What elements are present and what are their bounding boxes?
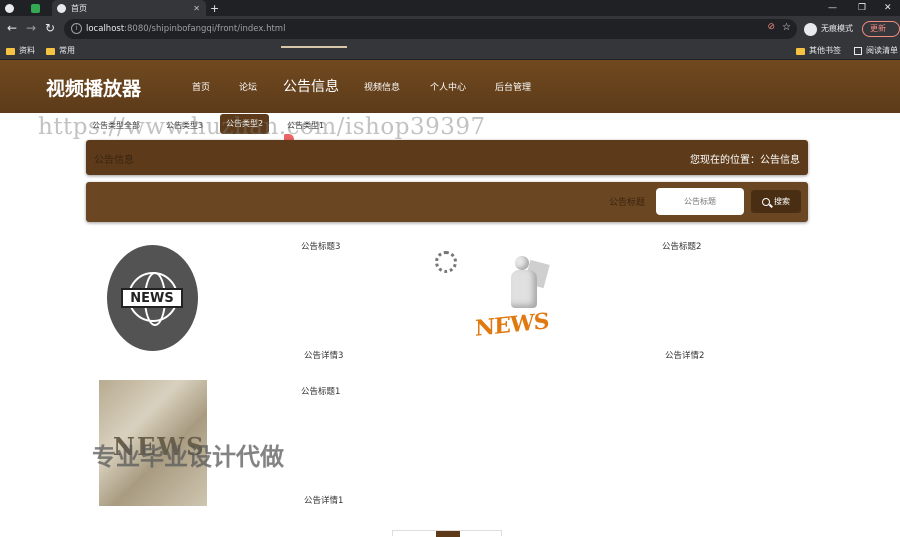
close-window-icon[interactable]: ✕ [884,0,892,16]
nav-profile[interactable]: 个人中心 [430,80,466,93]
breadcrumb: 您现在的位置：公告信息 [690,155,800,166]
nav-announcements[interactable]: 公告信息 [283,76,339,96]
location-bar: 公告信息 您现在的位置：公告信息 [86,140,808,175]
address-bar-row: ← → ↻ i localhost:8080/shipinbofangqi/fr… [0,16,900,42]
bookmark-folder-ziliao[interactable]: 资料 [6,42,35,60]
globe-icon [57,3,66,13]
search-button[interactable]: 搜索 [751,190,801,213]
card-detail: 公告详情2 [665,351,705,361]
active-nav-underline [281,46,347,48]
folder-icon [6,47,15,55]
card-title[interactable]: 公告标题3 [301,240,340,252]
new-tab-button[interactable]: + [210,0,224,16]
site-header: 视频播放器 首页 论坛 公告信息 视频信息 个人中心 后台管理 [0,60,900,113]
url-host: localhost [86,24,125,34]
bookmark-star-icon[interactable]: ☆ [782,22,791,33]
news-globe-icon[interactable]: NEWS [107,245,198,351]
browser-tab-strip: 首页 ✕ + — ❐ ✕ [0,0,900,16]
bookmarks-bar: 资料 常用 其他书签 阅读清单 [0,42,900,60]
reload-icon[interactable]: ↻ [42,20,58,36]
pagination[interactable] [392,530,502,537]
github-icon [5,3,14,13]
folder-icon [46,47,55,55]
incognito-label: 无痕模式 [821,24,853,33]
figure-head [515,256,529,270]
back-arrow-icon[interactable]: ← [4,20,20,36]
incognito-indicator[interactable]: 无痕模式 [804,21,853,37]
card-detail: 公告详情1 [304,496,344,506]
section-title: 公告信息 [94,155,134,166]
bookmark-folder-other[interactable]: 其他书签 [796,42,841,60]
card-detail: 公告详情3 [304,351,344,361]
site-brand[interactable]: 视频播放器 [46,74,141,101]
news-figure-text: NEWS [475,308,549,342]
bookmark-label: 常用 [59,46,75,55]
search-bar: 公告标题 搜索 [86,182,808,222]
incognito-icon [804,22,817,36]
nav-home[interactable]: 首页 [192,80,210,93]
search-icon [762,197,770,206]
watermark-text: 专业毕业设计代做 [92,443,284,471]
pagination-current[interactable] [436,531,460,537]
card-title[interactable]: 公告标题1 [301,385,340,397]
loading-spinner-icon [435,251,457,273]
minimize-icon[interactable]: — [828,0,837,16]
url-path: :8080/shipinbofangqi/front/index.html [124,24,286,34]
nav-admin[interactable]: 后台管理 [495,80,531,93]
browser-tab-pinned-1[interactable] [0,0,20,16]
folder-icon [796,47,805,55]
browser-tab-pinned-2[interactable] [26,0,48,16]
bookmark-folder-changyong[interactable]: 常用 [46,42,75,60]
bookmark-label: 阅读清单 [866,46,898,55]
bookmark-label: 其他书签 [809,46,841,55]
news-logo-text: NEWS [121,288,183,308]
reading-list[interactable]: 阅读清单 [854,42,898,60]
browser-tab-active[interactable]: 首页 ✕ [52,0,206,16]
blocked-icon[interactable]: ⊘ [767,22,775,32]
bookmark-label: 资料 [19,46,35,55]
figure-body [511,270,537,308]
search-input[interactable] [656,188,744,215]
search-label: 公告标题 [609,198,646,208]
close-tab-icon[interactable]: ✕ [193,4,200,13]
forward-arrow-icon[interactable]: → [23,20,39,36]
update-button[interactable]: 更新 [862,21,900,37]
news-figure-image[interactable]: NEWS [473,254,563,344]
reading-list-icon [854,47,862,55]
url-input[interactable]: i localhost:8080/shipinbofangqi/front/in… [64,19,797,39]
card-title[interactable]: 公告标题2 [662,240,701,252]
nav-videos[interactable]: 视频信息 [364,80,400,93]
tab-title: 首页 [71,3,87,13]
nav-forum[interactable]: 论坛 [239,80,257,93]
maximize-icon[interactable]: ❐ [858,0,866,16]
sheets-icon [31,3,40,13]
search-button-label: 搜索 [774,197,790,206]
site-info-icon[interactable]: i [71,23,82,34]
watermark-url: https://www.huzhan.com/ishop39397 [38,114,486,140]
